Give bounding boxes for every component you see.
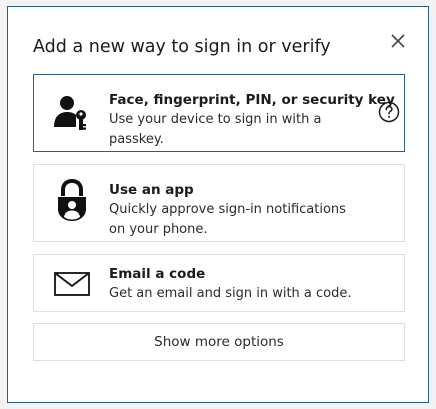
option-title: Use an app (109, 182, 194, 198)
dialog-title: Add a new way to sign in or verify (33, 37, 331, 57)
sign-in-method-dialog: Add a new way to sign in or verify Face,… (7, 6, 429, 403)
option-description: Use your device to sign in with a passke… (109, 112, 322, 147)
option-passkey[interactable]: Face, fingerprint, PIN, or security key … (33, 74, 405, 152)
option-title: Face, fingerprint, PIN, or security key (109, 92, 395, 108)
option-email-code[interactable]: Email a code Get an email and sign in wi… (33, 254, 405, 312)
show-more-options-button[interactable]: Show more options (33, 323, 405, 361)
option-title: Email a code (109, 266, 206, 282)
help-circle-icon[interactable] (378, 101, 400, 123)
authenticator-lock-icon (52, 178, 92, 221)
option-description: Quickly approve sign-in notifications on… (109, 202, 346, 237)
envelope-icon (52, 265, 92, 305)
option-use-app[interactable]: Use an app Quickly approve sign-in notif… (33, 164, 405, 242)
option-description: Get an email and sign in with a code. (109, 286, 352, 301)
close-icon[interactable] (388, 31, 408, 51)
passkey-user-key-icon (52, 93, 92, 133)
